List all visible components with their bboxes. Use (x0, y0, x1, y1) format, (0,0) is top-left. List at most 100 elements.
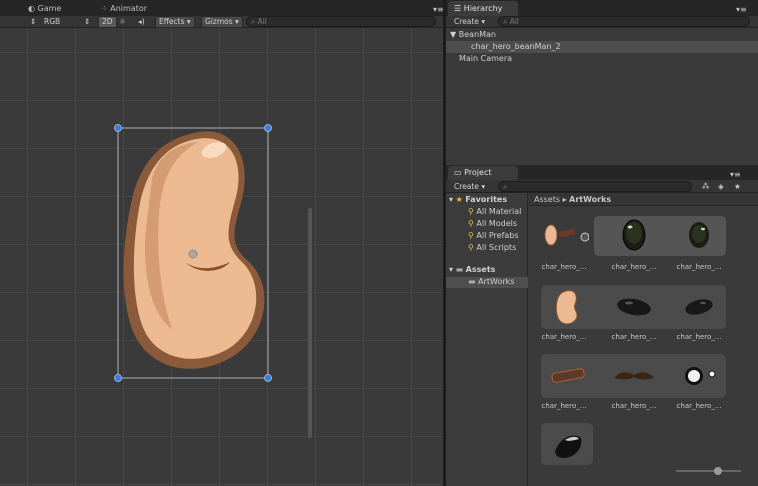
scene-viewport[interactable] (0, 29, 443, 486)
asset-thumb-eyebrow[interactable] (544, 356, 594, 396)
project-search-input[interactable]: ⌕ (498, 181, 692, 192)
hierarchy-panel: ☰ Hierarchy ▾≡ Create ▾ ⌕ All ▼ BeanMan … (446, 0, 758, 165)
breadcrumb-current[interactable]: ArtWorks (569, 195, 611, 204)
asset-thumb-mustache[interactable] (609, 356, 659, 396)
search-icon: ⚲ (468, 243, 474, 252)
thumbnail-size-slider-knob[interactable] (714, 467, 722, 475)
folder-icon: ▬ (455, 265, 464, 274)
filter-by-type-icon[interactable]: ⁂ (702, 181, 710, 193)
search-icon: ⌕ (251, 17, 256, 26)
render-mode-value: RGB (44, 17, 61, 26)
tab-animator-label: Animator (110, 4, 148, 13)
scene-toolbar: ⇕ RGB ⇕ 2D ☼ ◂) Effects ▾ Gizmos ▾ ⌕ All (0, 16, 443, 28)
lighting-toggle-icon[interactable]: ☼ (119, 16, 126, 28)
tree-item-label: All Models (476, 219, 518, 228)
thumbnail-size-slider[interactable] (676, 470, 741, 472)
audio-toggle-icon[interactable]: ◂) (138, 16, 145, 28)
project-panel: ▭ Project ▾≡ Create ▾ ⌕ ⁂ ◈ ★ ▾ ★ Favori… (446, 166, 758, 486)
tree-favorite-item[interactable]: ⚲ All Material (446, 207, 528, 218)
scene-search-input[interactable]: ⌕ All (246, 16, 436, 27)
tree-folder-artworks[interactable]: ▬ ArtWorks (446, 277, 528, 288)
mode-2d-toggle[interactable]: 2D (98, 16, 117, 28)
hierarchy-item-label: BeanMan (458, 30, 496, 39)
scene-canvas (114, 124, 272, 382)
expand-arrow-icon: ▼ (450, 30, 457, 39)
hierarchy-item-beanman[interactable]: ▼ BeanMan (446, 29, 758, 41)
tree-favorite-item[interactable]: ⚲ All Prefabs (446, 231, 528, 242)
asset-thumb-eye-large[interactable] (609, 215, 659, 255)
asset-thumb-pupil-dark[interactable] (609, 287, 659, 327)
star-icon: ★ (455, 195, 463, 204)
search-icon: ⌕ (503, 17, 508, 26)
tree-favorite-item[interactable]: ⚲ All Scripts (446, 243, 528, 254)
project-asset-grid: Assets ▸ ArtWorks char_hero_... char_her… (529, 193, 758, 486)
breadcrumb-root[interactable]: Assets (534, 195, 560, 204)
asset-thumb-eye-white[interactable] (674, 356, 724, 396)
project-folder-tree: ▾ ★ Favorites ⚲ All Material ⚲ All Model… (446, 193, 528, 486)
chevron-down-icon: ▾ (235, 17, 239, 26)
asset-thumb-pupil-small[interactable] (674, 287, 724, 327)
hierarchy-icon: ☰ (454, 4, 462, 13)
tree-assets[interactable]: ▾ ▬ Assets (446, 265, 528, 276)
tree-item-label: All Prefabs (476, 231, 519, 240)
tab-game[interactable]: ◐ Game (22, 1, 67, 16)
search-icon: ⚲ (468, 231, 474, 240)
hierarchy-create-button[interactable]: Create ▾ (454, 16, 485, 28)
gizmos-dropdown[interactable]: Gizmos ▾ (201, 16, 243, 28)
tree-item-label: All Scripts (476, 243, 517, 252)
search-icon: ⚲ (468, 219, 474, 228)
chevron-down-icon: ▾ (481, 182, 486, 191)
scene-search-placeholder: All (257, 17, 267, 26)
project-scrollbar[interactable] (308, 208, 312, 438)
resize-handle-tr[interactable] (264, 124, 272, 132)
asset-thumb-bean-body[interactable] (544, 287, 594, 327)
search-icon: ⌕ (503, 182, 508, 191)
expand-circle-icon[interactable] (580, 232, 589, 242)
asset-label: char_hero_... (611, 263, 657, 271)
project-tab-bar: ▭ Project ▾≡ (446, 166, 758, 180)
chevron-down-icon: ▾ (481, 17, 486, 26)
project-toolbar: Create ▾ ⌕ ⁂ ◈ ★ (446, 180, 758, 193)
asset-thumb-mouth[interactable] (543, 424, 593, 464)
tree-favorites[interactable]: ▾ ★ Favorites (446, 195, 528, 206)
hierarchy-item-label: Main Camera (459, 54, 513, 63)
expand-arrow-icon: ▾ (449, 265, 454, 274)
shading-mode-dropdown[interactable]: ⇕ (30, 16, 36, 28)
hierarchy-tab-bar: ☰ Hierarchy ▾≡ (446, 0, 758, 16)
create-label: Create (454, 17, 479, 26)
mode-2d-label: 2D (102, 17, 113, 26)
asset-label: char_hero_... (676, 402, 722, 410)
asset-thumb-eye-small[interactable] (674, 215, 724, 255)
favorite-star-icon[interactable]: ★ (734, 181, 741, 193)
filter-by-label-icon[interactable]: ◈ (718, 181, 724, 193)
project-create-button[interactable]: Create ▾ (454, 181, 485, 193)
tab-animator[interactable]: ⁘ Animator (95, 1, 153, 16)
tab-project[interactable]: ▭ Project (448, 166, 518, 180)
folder-icon: ▬ (468, 277, 476, 286)
hierarchy-item-char-hero[interactable]: char_hero_beanMan_2 (446, 41, 758, 53)
render-mode-dropdown[interactable]: RGB ⇕ (44, 16, 94, 28)
scene-tab-bar: ◐ Game ⁘ Animator ▾≡ (0, 0, 444, 16)
asset-thumb-beanman[interactable] (539, 215, 589, 255)
asset-label: char_hero_... (541, 333, 587, 341)
asset-label: char_hero_... (541, 263, 587, 271)
pivot-handle[interactable] (188, 249, 198, 259)
resize-handle-tl[interactable] (114, 124, 122, 132)
effects-label: Effects (159, 17, 185, 26)
favorites-label: Favorites (465, 195, 508, 204)
hierarchy-item-main-camera[interactable]: Main Camera (446, 53, 758, 65)
resize-handle-bl[interactable] (114, 374, 122, 382)
tree-favorite-item[interactable]: ⚲ All Models (446, 219, 528, 230)
resize-handle-br[interactable] (264, 374, 272, 382)
asset-label: char_hero_... (611, 402, 657, 410)
asset-label: char_hero_... (676, 263, 722, 271)
chevron-down-icon: ▾ (186, 17, 191, 26)
tab-hierarchy-label: Hierarchy (463, 4, 503, 13)
effects-dropdown[interactable]: Effects ▾ (155, 16, 195, 28)
asset-label: char_hero_... (676, 333, 722, 341)
gizmos-label: Gizmos (205, 17, 233, 26)
panel-menu-icon[interactable]: ▾≡ (730, 2, 753, 17)
scene-panel: ◐ Game ⁘ Animator ▾≡ ⇕ RGB ⇕ 2D ☼ ◂) Eff… (0, 0, 444, 486)
tab-hierarchy[interactable]: ☰ Hierarchy (448, 1, 518, 16)
hierarchy-search-input[interactable]: ⌕ All (498, 16, 750, 27)
